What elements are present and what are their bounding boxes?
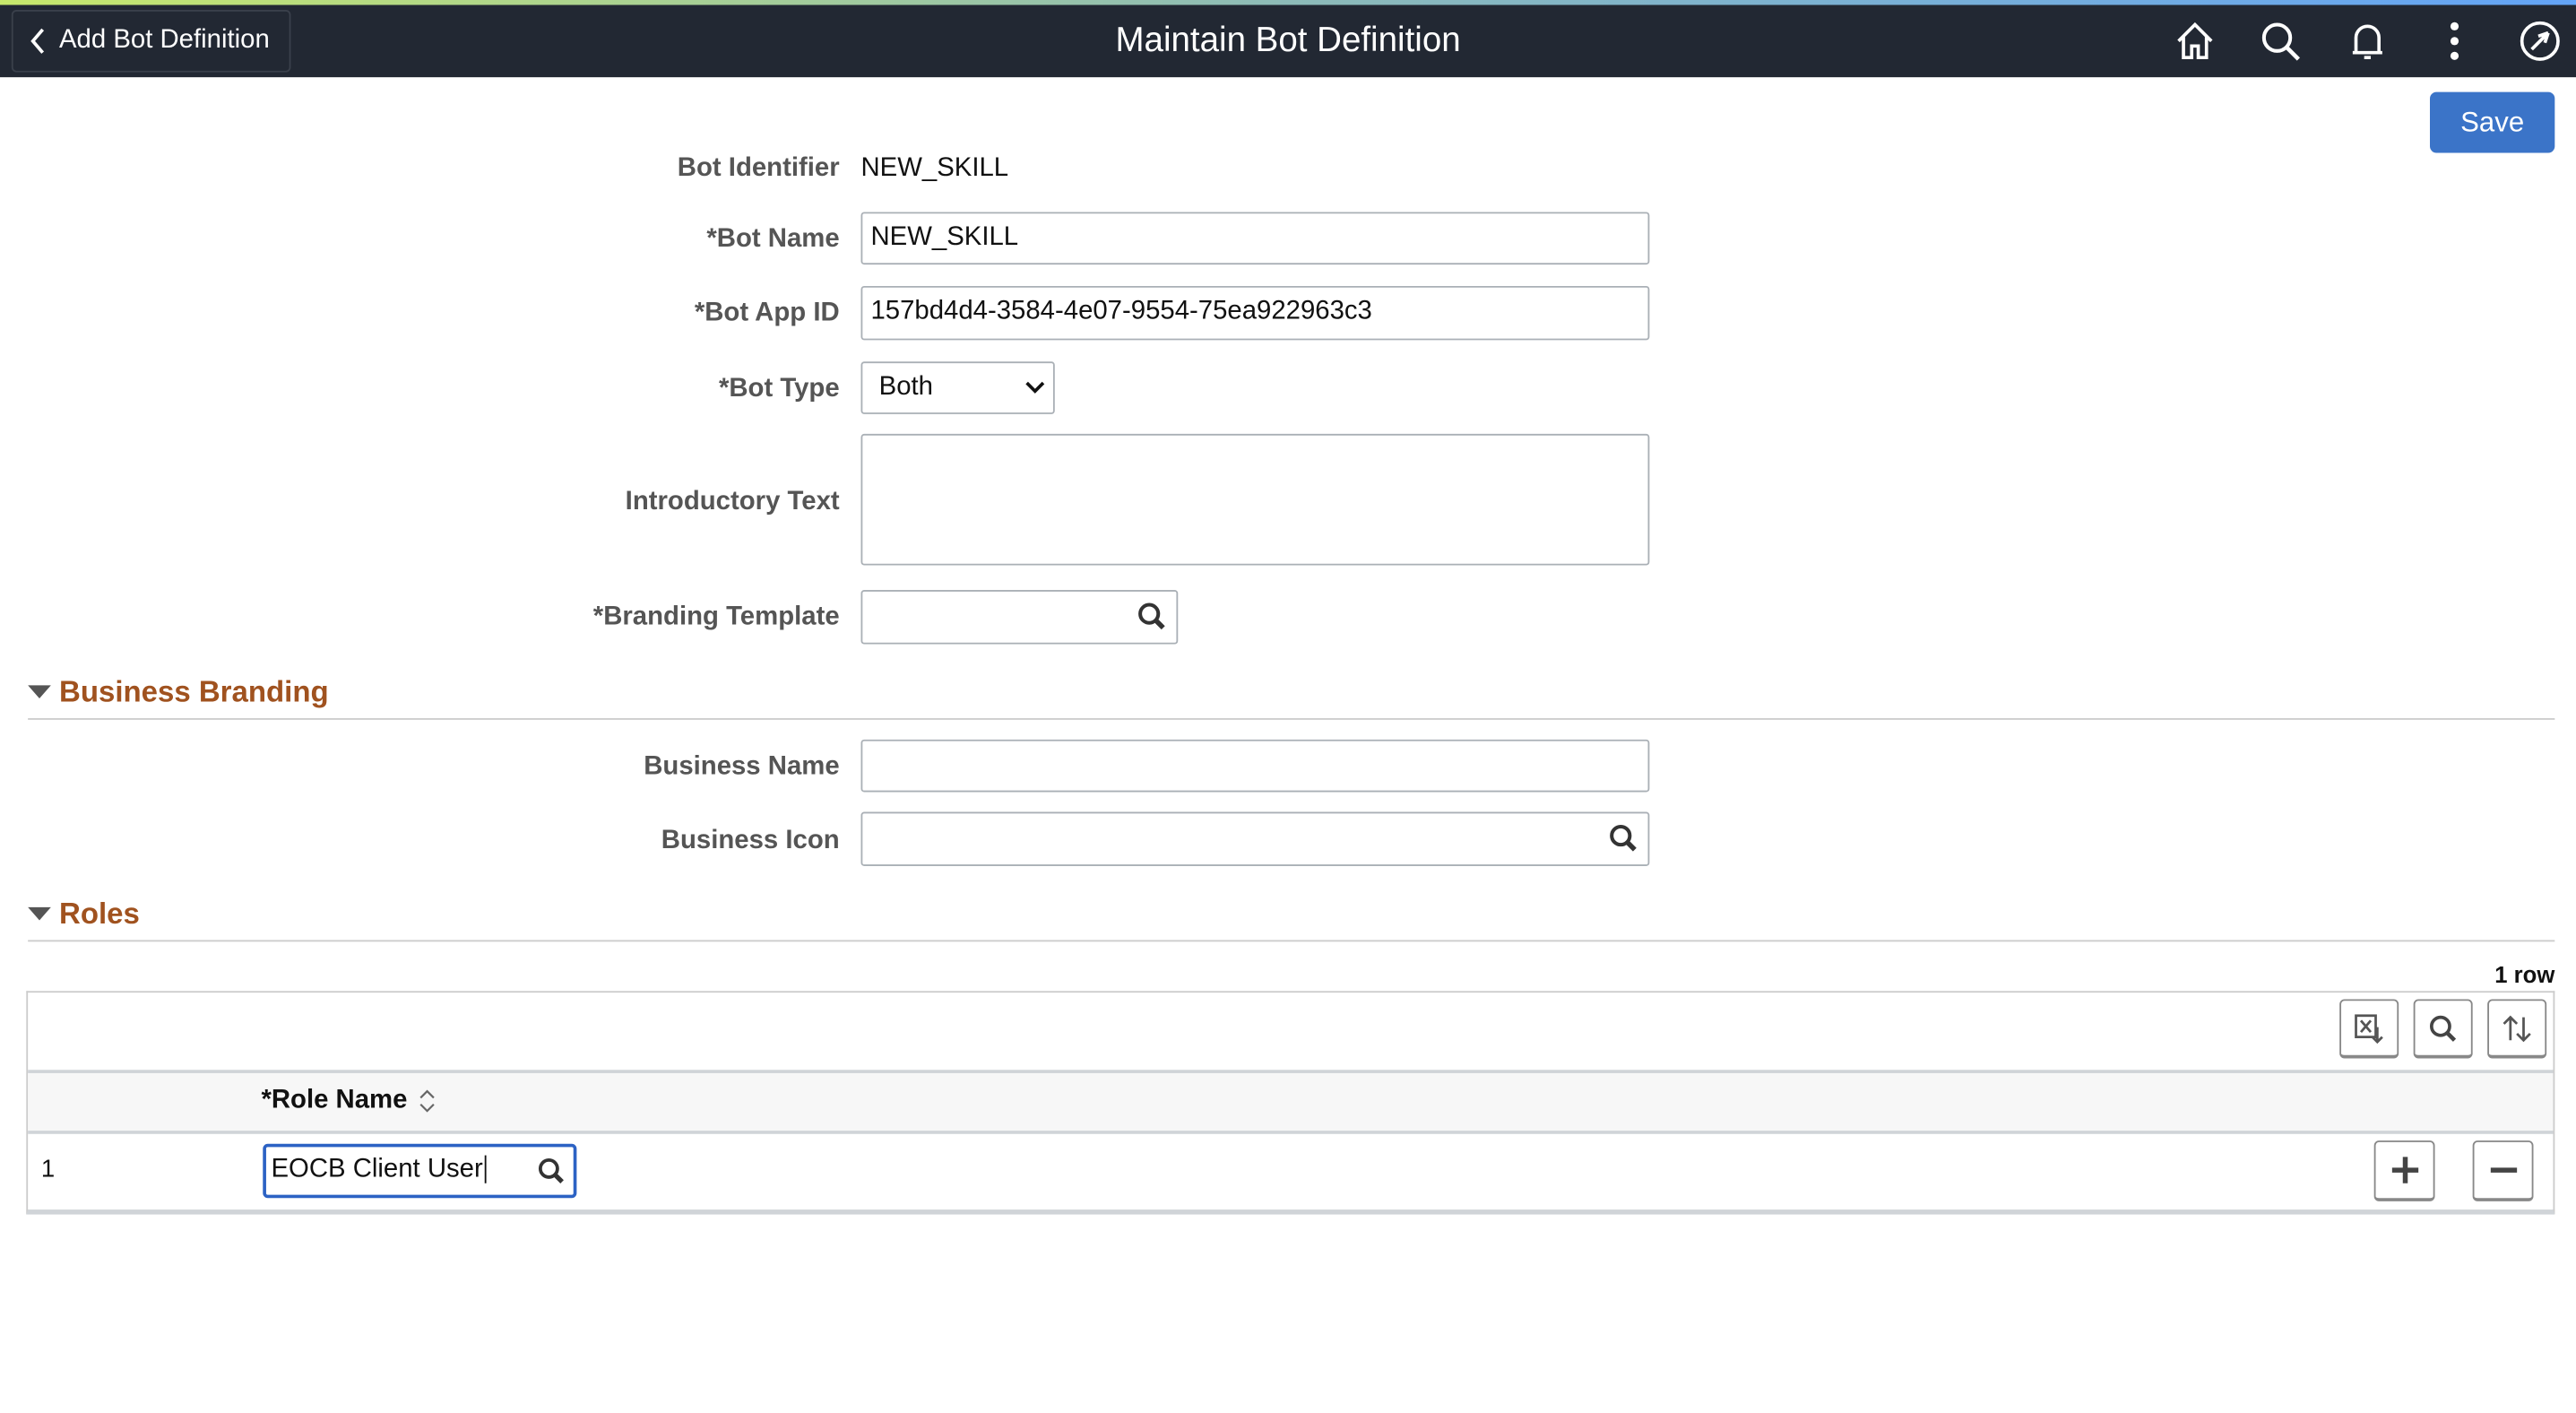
bot-app-id-label: *Bot App ID: [694, 299, 840, 327]
roles-section-header[interactable]: Roles: [28, 897, 2555, 942]
business-icon-label: Business Icon: [661, 826, 840, 855]
top-bar: Add Bot Definition Maintain Bot Definiti…: [0, 0, 2576, 78]
bot-identifier-label: Bot Identifier: [677, 154, 840, 183]
business-branding-section-header[interactable]: Business Branding: [28, 675, 2555, 720]
grid-header-row: *Role Name: [28, 1070, 2554, 1134]
bell-icon[interactable]: [2347, 20, 2390, 63]
sort-arrows-icon: [2503, 1014, 2531, 1042]
branding-template-label: *Branding Template: [592, 602, 840, 631]
compass-icon[interactable]: [2519, 20, 2562, 63]
home-icon[interactable]: [2174, 20, 2217, 63]
search-icon: [2430, 1014, 2457, 1041]
intro-text-textarea[interactable]: [860, 433, 1650, 566]
business-name-input[interactable]: [860, 739, 1650, 793]
minus-icon: [2489, 1167, 2517, 1173]
search-icon[interactable]: [537, 1157, 565, 1184]
business-name-label: Business Name: [644, 752, 840, 781]
branding-template-input[interactable]: [860, 590, 1179, 645]
intro-text-label: Introductory Text: [625, 488, 840, 516]
role-name-value: EOCB Client User: [271, 1155, 483, 1183]
sort-button[interactable]: [2487, 999, 2547, 1059]
accent-gradient: [0, 0, 2576, 5]
bot-name-input[interactable]: NEW_SKILL: [860, 212, 1650, 265]
save-button[interactable]: Save: [2430, 91, 2555, 153]
excel-export-icon: [2355, 1013, 2383, 1044]
sort-toggle-icon[interactable]: [419, 1088, 435, 1114]
row-count: 1 row: [2494, 961, 2555, 988]
search-icon[interactable]: [2259, 20, 2302, 63]
bot-type-label: *Bot Type: [718, 374, 840, 403]
collapse-triangle-icon: [28, 906, 51, 921]
more-vertical-icon[interactable]: [2433, 20, 2477, 63]
roles-grid: *Role Name 1 EOCB Client User: [26, 991, 2555, 1215]
business-icon-input[interactable]: [860, 811, 1650, 866]
grid-search-button[interactable]: [2413, 999, 2473, 1059]
plus-icon: [2390, 1157, 2418, 1183]
bot-identifier-value: NEW_SKILL: [860, 154, 1009, 183]
section-title: Roles: [58, 897, 140, 931]
column-header-role-name[interactable]: *Role Name: [261, 1087, 407, 1116]
export-excel-button[interactable]: [2339, 999, 2399, 1059]
section-title: Business Branding: [58, 675, 329, 709]
bot-app-id-input[interactable]: 157bd4d4-3584-4e07-9554-75ea922963c3: [860, 285, 1650, 341]
bot-type-value: Both: [878, 373, 934, 402]
delete-row-button[interactable]: [2472, 1140, 2534, 1201]
search-icon[interactable]: [1609, 823, 1638, 853]
bot-type-select[interactable]: Both: [860, 361, 1055, 414]
role-name-input[interactable]: EOCB Client User: [263, 1143, 577, 1199]
row-number: 1: [40, 1155, 56, 1183]
collapse-triangle-icon: [28, 685, 51, 699]
search-icon[interactable]: [1137, 602, 1166, 631]
add-row-button[interactable]: [2373, 1140, 2435, 1201]
bot-name-label: *Bot Name: [706, 225, 840, 254]
chevron-down-icon: [1025, 381, 1045, 394]
